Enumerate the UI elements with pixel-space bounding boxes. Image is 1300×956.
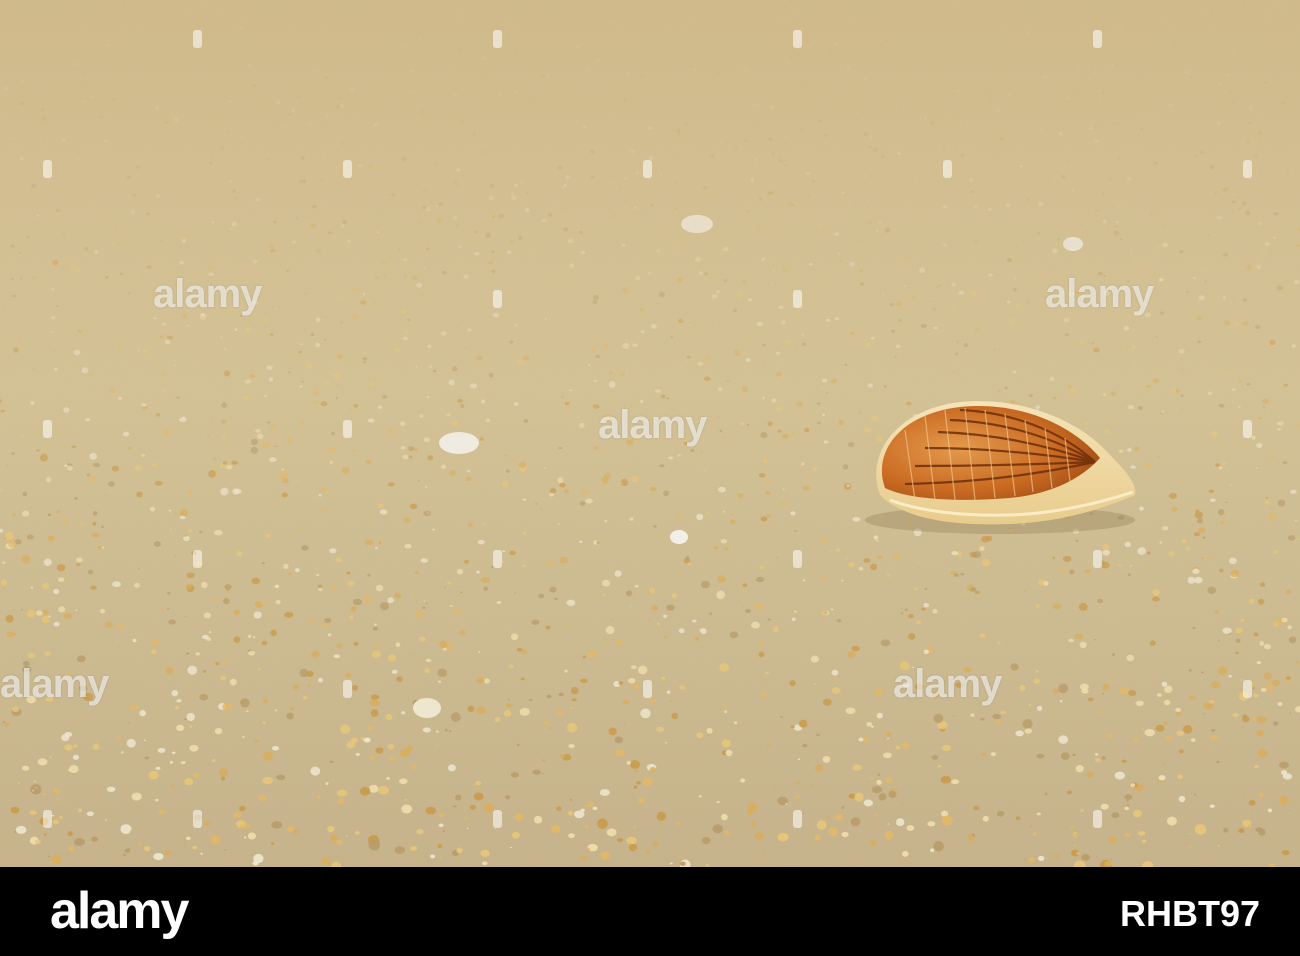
watermark-dot <box>1243 160 1252 178</box>
watermark-dot <box>793 550 802 568</box>
watermark-dot <box>193 810 202 828</box>
pebble <box>1063 237 1083 251</box>
watermark-dot <box>493 290 502 308</box>
watermark-dot <box>643 160 652 178</box>
watermark-dot <box>793 290 802 308</box>
watermark-dot <box>1093 810 1102 828</box>
pebble <box>413 698 441 718</box>
watermark-dot <box>43 160 52 178</box>
watermark-dot <box>343 160 352 178</box>
watermark-dot <box>493 30 502 48</box>
watermark-dot <box>193 30 202 48</box>
watermark-dot <box>493 810 502 828</box>
watermark-dot <box>1093 550 1102 568</box>
watermark-dot <box>793 30 802 48</box>
alamy-logo: alamy <box>50 882 189 940</box>
watermark-dot <box>343 680 352 698</box>
pebble <box>439 432 479 454</box>
watermark-dot <box>1093 30 1102 48</box>
sand-photo: alamy alamy alamy alamy alamy <box>0 0 1300 867</box>
watermark-text: alamy <box>598 403 707 447</box>
watermark-dot <box>1243 420 1252 438</box>
watermark-dot <box>643 680 652 698</box>
watermark-dot <box>943 160 952 178</box>
footer-bar: alamy RHBT97 <box>0 867 1300 956</box>
watermark-text: alamy <box>1045 272 1154 316</box>
watermark-text: alamy <box>0 662 109 706</box>
watermark-dot <box>43 420 52 438</box>
watermark-dot <box>493 550 502 568</box>
pebble <box>670 530 688 544</box>
watermark-dot <box>1243 680 1252 698</box>
watermark-dot <box>43 810 52 828</box>
pebble <box>681 215 713 233</box>
image-id: RHBT97 <box>1119 893 1260 934</box>
watermark-text: alamy <box>153 272 262 316</box>
watermark-dot <box>193 550 202 568</box>
watermark-text: alamy <box>893 662 1002 706</box>
watermark-dot <box>793 810 802 828</box>
watermark-dot <box>343 420 352 438</box>
